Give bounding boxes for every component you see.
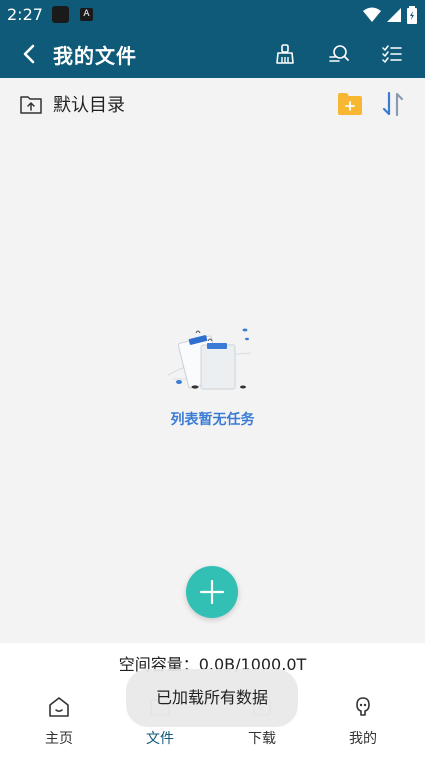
- nav-label-files: 文件: [146, 731, 174, 747]
- toast-message: 已加载所有数据: [126, 669, 298, 727]
- app-bar: 我的文件: [0, 30, 425, 78]
- nav-label-home: 主页: [45, 731, 73, 747]
- signal-icon: [387, 8, 401, 22]
- empty-list-illustration: [167, 328, 252, 390]
- status-bar: 2:27 A: [0, 0, 425, 30]
- wifi-icon: [363, 7, 381, 22]
- home-icon: [49, 697, 69, 717]
- battery-icon: [407, 6, 417, 24]
- nav-label-me: 我的: [349, 731, 377, 747]
- new-folder-icon[interactable]: [338, 93, 362, 115]
- nav-item-home[interactable]: 主页: [24, 691, 94, 751]
- empty-state-message: 列表暂无任务: [170, 412, 255, 428]
- directory-name: 默认目录: [53, 95, 125, 116]
- notification-icon-2: A: [80, 8, 93, 21]
- profile-icon: [356, 697, 370, 716]
- nav-item-me[interactable]: 我的: [328, 691, 398, 751]
- directory-bar: 默认目录: [0, 78, 425, 130]
- system-icons: [363, 5, 417, 25]
- back-arrow-icon[interactable]: [18, 42, 42, 66]
- folder-up-icon[interactable]: [20, 94, 42, 114]
- sort-icon[interactable]: [381, 91, 405, 117]
- nav-label-download: 下载: [248, 731, 276, 747]
- plus-icon: [199, 579, 225, 605]
- clean-brush-icon[interactable]: [273, 42, 297, 66]
- add-button[interactable]: [186, 566, 238, 618]
- page-title: 我的文件: [53, 44, 137, 68]
- notification-icon: [52, 6, 69, 23]
- checklist-icon[interactable]: [380, 42, 404, 66]
- status-time: 2:27: [7, 5, 43, 24]
- search-user-icon[interactable]: [327, 42, 351, 66]
